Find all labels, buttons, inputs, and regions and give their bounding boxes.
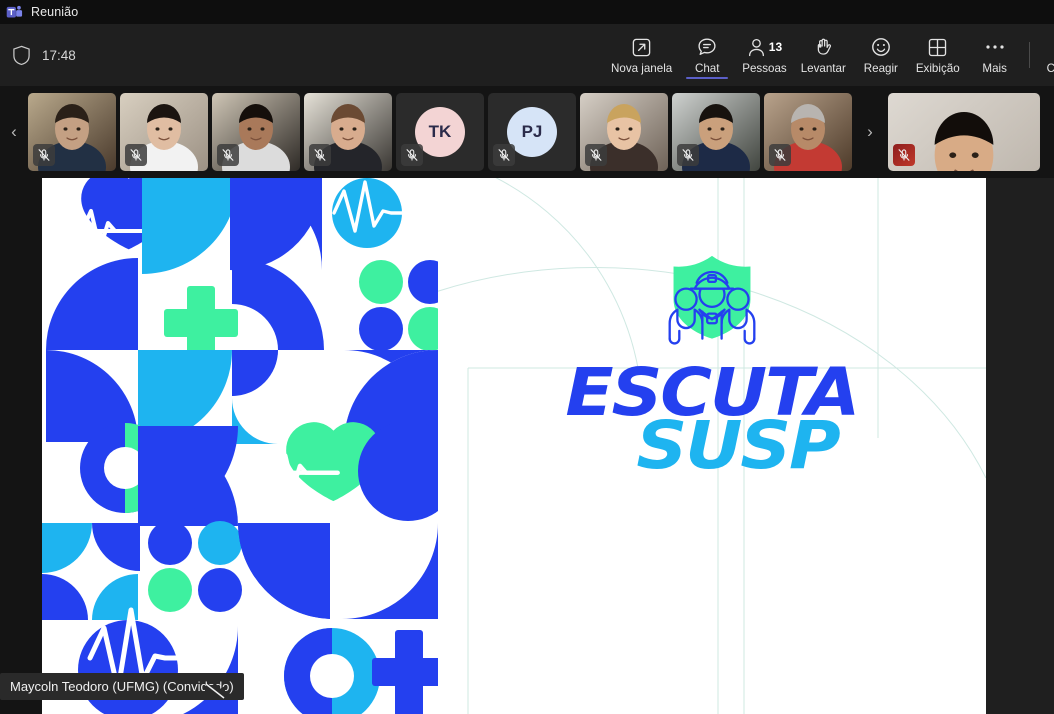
mic-muted-icon [125,144,147,166]
toolbar-people-button[interactable]: 13 Pessoas [735,24,793,86]
toolbar-people-label: Pessoas [742,61,787,75]
smiley-face-icon [870,36,892,59]
open-new-window-icon [631,36,652,59]
participant-tile[interactable] [28,93,116,171]
avatar-initials: TK [428,122,452,141]
toolbar-raise-hand-button[interactable]: Levantar [794,24,853,86]
people-count-badge: 13 [768,40,783,54]
grid-layout-icon [927,36,948,59]
toolbar-camera-button[interactable]: Câmera [1040,24,1054,86]
participant-tile[interactable] [212,93,300,171]
presented-slide[interactable]: ESCUTA SUSP UFmG UNIVERSIDADE FEDERAL DE… [42,178,986,714]
participant-tile[interactable]: PJ [488,93,576,171]
active-tab-indicator [686,76,729,79]
toolbar-react-label: Reagir [863,61,898,75]
toolbar-new-window-label: Nova janela [611,61,673,75]
toolbar-chat-button[interactable]: Chat [679,24,735,86]
toolbar-divider [1028,42,1030,68]
window-title: Reunião [31,5,79,19]
slide-title-line-2: SUSP [636,407,841,485]
toolbar-view-button[interactable]: Exibição [909,24,967,86]
participant-tile[interactable]: TK [396,93,484,171]
mic-muted-icon [401,144,423,166]
raise-hand-icon [813,36,834,59]
participant-tile[interactable] [580,93,668,171]
decorative-pattern [42,178,438,714]
window-title-bar: Reunião [0,0,1054,24]
person-icon [747,37,766,58]
ellipsis-icon [984,36,1006,59]
mic-muted-icon [585,144,607,166]
participant-tile[interactable] [764,93,852,171]
mic-muted-icon [677,144,699,166]
police-and-people-shield-crest-icon [668,255,756,345]
meeting-security-time: 17:48 [12,45,76,66]
teams-meeting-window: Reunião 17:48 Nova janela Chat 13 Pessoa… [0,0,1054,714]
mic-muted-icon [33,144,55,166]
participant-tile[interactable] [888,93,1040,171]
mic-muted-icon [893,144,915,166]
shared-content-stage: ESCUTA SUSP UFmG UNIVERSIDADE FEDERAL DE… [0,178,1054,714]
toolbar-view-label: Exibição [915,61,960,75]
toolbar-actions: Nova janela Chat 13 Pessoas Levantar Rea… [604,24,1054,86]
avatar-initials: PJ [521,122,543,141]
toolbar-new-window-button[interactable]: Nova janela [604,24,679,86]
camera-off-small-icon [204,681,226,700]
participant-tile[interactable] [304,93,392,171]
participant-filmstrip: ‹ TK PJ › [0,86,1054,178]
filmstrip-prev-button[interactable]: ‹ [0,86,28,178]
meeting-clock: 17:48 [42,47,76,63]
toolbar-chat-label: Chat [694,61,720,75]
filmstrip-next-button[interactable]: › [856,86,884,178]
escuta-susp-logo: ESCUTA SUSP [438,178,986,714]
stage-right-gutter [986,178,1054,714]
toolbar-raise-hand-label: Levantar [800,61,846,75]
participant-tile[interactable] [120,93,208,171]
mic-muted-icon [217,144,239,166]
shield-icon [12,45,31,66]
teams-logo-icon [6,4,23,21]
filmstrip-tiles: TK PJ › [28,86,1040,178]
meeting-toolbar: 17:48 Nova janela Chat 13 Pessoas Levant… [0,24,1054,86]
toolbar-more-button[interactable]: Mais [967,24,1023,86]
toolbar-camera-label: Câmera [1046,61,1054,75]
mic-muted-icon [309,144,331,166]
toolbar-more-label: Mais [982,61,1007,75]
toolbar-react-button[interactable]: Reagir [853,24,909,86]
mic-muted-icon [769,144,791,166]
participant-tile[interactable] [672,93,760,171]
chat-bubble-icon [696,36,718,59]
mic-muted-icon [493,144,515,166]
